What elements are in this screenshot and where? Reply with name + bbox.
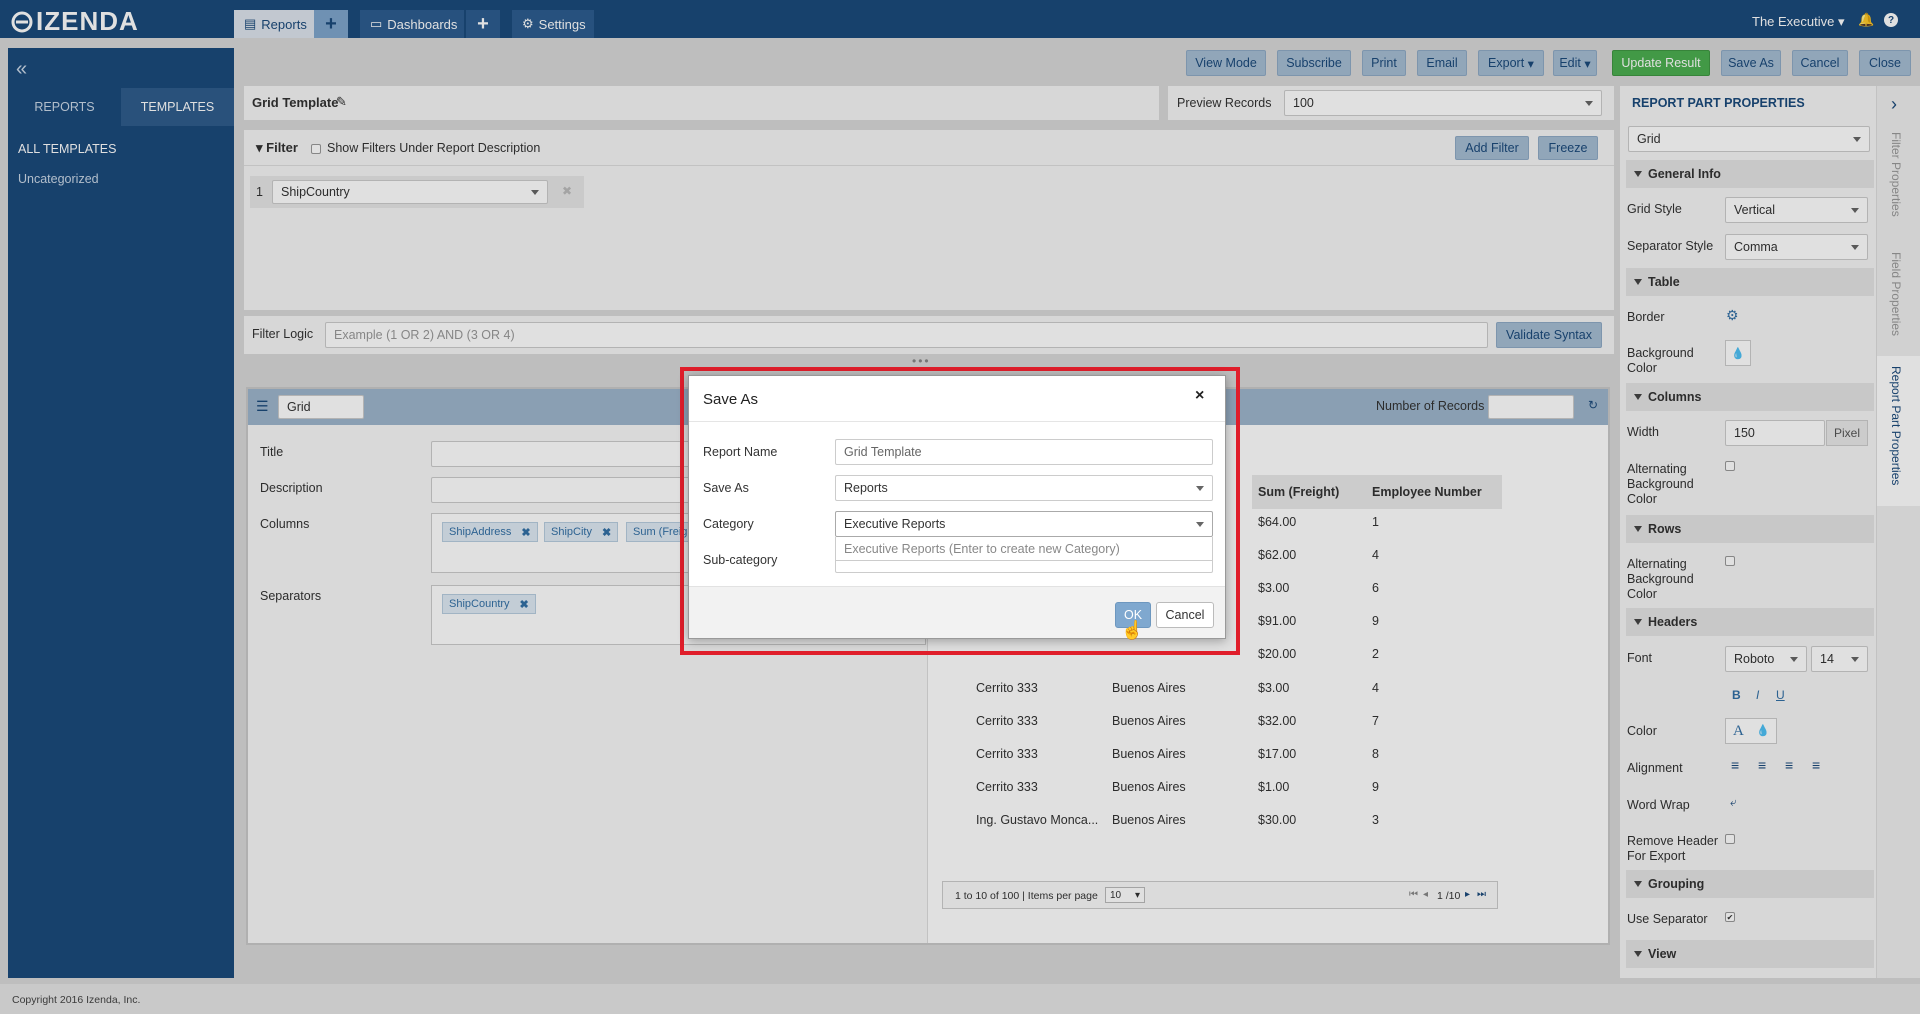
category-combobox[interactable]: Executive Reports	[835, 511, 1213, 537]
cancel-dialog-button[interactable]: Cancel	[1156, 602, 1214, 628]
category-label: Category	[703, 517, 754, 531]
dialog-title: Save As	[703, 391, 759, 408]
report-name-label: Report Name	[703, 445, 778, 459]
save-as-dialog: Save As × Report Name Grid Template Save…	[688, 375, 1226, 640]
dialog-divider	[689, 421, 1225, 422]
category-hint: Executive Reports (Enter to create new C…	[844, 541, 1120, 556]
category-dropdown-option[interactable]: Executive Reports (Enter to create new C…	[835, 537, 1213, 561]
category-value: Executive Reports	[844, 517, 946, 531]
report-name-value: Grid Template	[844, 445, 922, 459]
chevron-down-icon	[1196, 485, 1204, 491]
save-as-value: Reports	[844, 481, 888, 495]
save-as-select[interactable]: Reports	[835, 475, 1213, 501]
mouse-cursor-icon: ☝	[1121, 620, 1144, 640]
close-icon[interactable]: ×	[1195, 387, 1204, 405]
report-name-input[interactable]: Grid Template	[835, 439, 1213, 465]
save-as-label: Save As	[703, 481, 749, 495]
chevron-down-icon	[1196, 521, 1204, 527]
subcategory-label: Sub-category	[703, 553, 778, 567]
